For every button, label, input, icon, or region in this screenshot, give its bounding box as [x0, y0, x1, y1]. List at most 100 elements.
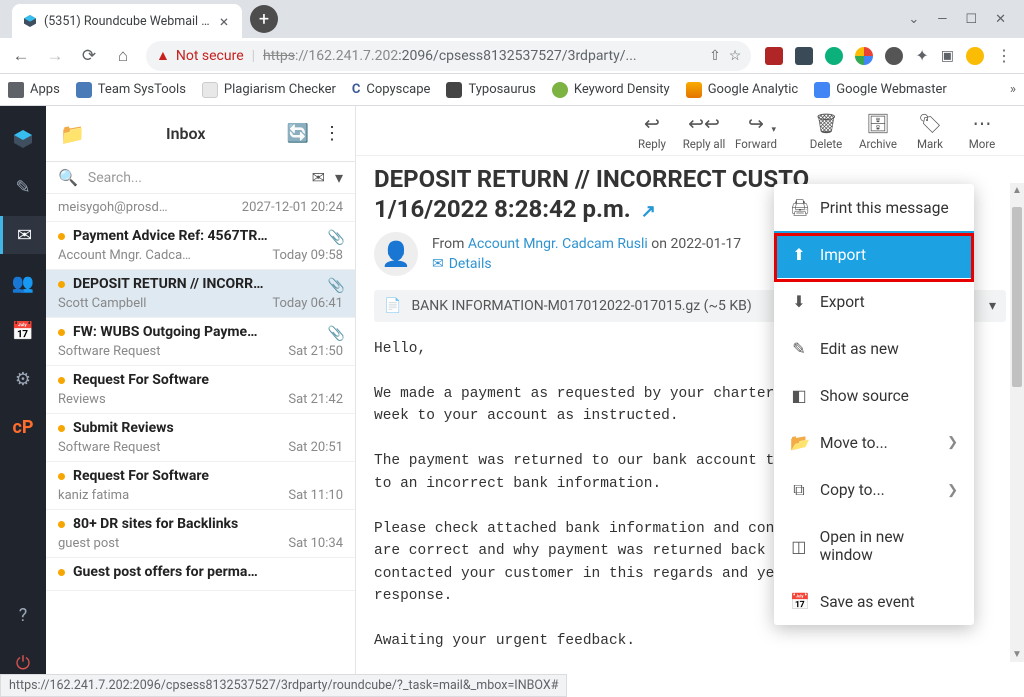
share-icon[interactable]: ⇧	[709, 48, 721, 64]
thread-date: Sat 21:50	[288, 344, 343, 359]
forward-button[interactable]: ↪Forward▾	[730, 112, 782, 151]
grammarly-icon[interactable]	[825, 47, 843, 65]
thread-date: Sat 20:51	[288, 440, 343, 455]
thread-item[interactable]: DEPOSIT RETURN // INCORR… 📎 Scott Campbe…	[46, 270, 355, 318]
reply-button[interactable]: ↩Reply	[626, 112, 678, 151]
profile-avatar[interactable]	[966, 47, 984, 65]
thread-subject: DEPOSIT RETURN // INCORR…	[73, 276, 343, 292]
delete-button[interactable]: 🗑Delete	[800, 112, 852, 151]
app-sidebar: ✎ ✉ 👥 📅 ⚙ cP ? ⏻	[0, 106, 46, 682]
print-icon: 🖨	[790, 198, 808, 217]
url-text: https://162.241.7.202:2096/cpsess8132537…	[263, 48, 701, 64]
back-button[interactable]: ←	[6, 41, 36, 71]
thread-date: Today 06:41	[272, 296, 343, 311]
attachment-dropdown-icon[interactable]: ▾	[989, 298, 996, 314]
maximize-icon[interactable]: ☐	[965, 12, 977, 27]
bookmark-copyscape[interactable]: CCopyscape	[352, 82, 431, 97]
folder-title: Inbox	[99, 124, 273, 143]
home-button[interactable]: ⌂	[108, 41, 138, 71]
pencil-icon: ✎	[790, 339, 808, 358]
tab-close-icon[interactable]: ×	[216, 13, 232, 29]
menu-import[interactable]: ⬆Import	[774, 231, 974, 278]
reading-list-icon[interactable]: ▣	[941, 48, 954, 64]
close-window-icon[interactable]: ✕	[995, 12, 1006, 27]
contacts-icon[interactable]: 👥	[0, 264, 46, 302]
bookmark-systools[interactable]: Team SysTools	[76, 82, 186, 98]
kebab-icon[interactable]: ⋮	[996, 46, 1012, 65]
unread-dot	[58, 377, 65, 384]
menu-copy-to[interactable]: ⧉Copy to...❯	[774, 466, 974, 514]
menu-show-source[interactable]: ◧Show source	[774, 372, 974, 419]
compose-icon[interactable]: ✎	[0, 168, 46, 206]
help-icon[interactable]: ?	[0, 596, 46, 634]
unread-dot	[58, 281, 65, 288]
archive-button[interactable]: 🗄Archive	[852, 112, 904, 151]
more-button[interactable]: ⋯More	[956, 112, 1008, 151]
bookmark-keyword[interactable]: Keyword Density	[552, 82, 670, 98]
bookmark-plagiarism[interactable]: Plagiarism Checker	[202, 82, 336, 98]
reload-button[interactable]: ⟳	[74, 41, 104, 71]
scroll-thumb[interactable]	[1012, 207, 1022, 387]
sender-link[interactable]: Account Mngr. Cadcam Rusli	[468, 236, 648, 252]
message-toolbar: ↩Reply ↩↩Reply all ↪Forward▾ 🗑Delete 🗄Ar…	[356, 106, 1024, 156]
list-menu-icon[interactable]: ⋮	[323, 123, 341, 144]
thread-item[interactable]: Submit Reviews Software Request Sat 20:5…	[46, 414, 355, 462]
mark-button[interactable]: 🏷Mark	[904, 112, 956, 151]
more-menu-popover: 🖨Print this message ⬆Import ⬇Export ✎Edi…	[774, 184, 974, 625]
browser-tab[interactable]: (5351) Roundcube Webmail :: Inbox ×	[12, 4, 242, 38]
address-bar[interactable]: ▲ Not secure | https://162.241.7.202:209…	[146, 41, 751, 71]
folder-icon[interactable]: 📁	[60, 122, 85, 146]
menu-move-to[interactable]: 📂Move to...❯	[774, 419, 974, 466]
menu-save-event[interactable]: 📅Save as event	[774, 578, 974, 625]
reply-all-button[interactable]: ↩↩Reply all	[678, 112, 730, 151]
scroll-down-icon[interactable]: ▼	[1010, 649, 1024, 660]
thread-date: Sat 11:10	[288, 488, 343, 503]
menu-open-window[interactable]: ◫Open in new window	[774, 514, 974, 578]
settings-icon[interactable]: ⚙	[0, 360, 46, 398]
paperclip-icon: 📎	[328, 230, 345, 246]
mail-icon[interactable]: ✉	[0, 216, 46, 254]
thread-subject: Submit Reviews	[73, 420, 343, 436]
bookmark-analytics[interactable]: Google Analytic	[686, 82, 799, 98]
details-toggle[interactable]: ✉ Details	[432, 256, 741, 272]
thread-date: 2027-12-01 20:24	[242, 200, 343, 215]
new-tab-button[interactable]: +	[250, 5, 278, 33]
bookmarks-overflow[interactable]: »	[1010, 82, 1016, 97]
browser-toolbar: ← → ⟳ ⌂ ▲ Not secure | https://162.241.7…	[0, 38, 1024, 74]
cpanel-icon[interactable]: cP	[0, 408, 46, 446]
forward-button[interactable]: →	[40, 41, 70, 71]
roundcube-logo[interactable]	[0, 120, 46, 158]
bookmark-apps[interactable]: Apps	[8, 82, 60, 98]
thread-date: Sat 10:34	[288, 536, 343, 551]
thread-item[interactable]: Request For Software kaniz fatima Sat 11…	[46, 462, 355, 510]
vertical-scrollbar[interactable]: ▲ ▼	[1010, 183, 1024, 662]
minimize-icon[interactable]: ―	[937, 12, 947, 27]
thread-item[interactable]: FW: WUBS Outgoing Payme… 📎 Software Requ…	[46, 318, 355, 366]
search-envelope-icon[interactable]: ✉	[312, 168, 325, 187]
ext-icon-2[interactable]	[795, 47, 813, 65]
scroll-up-icon[interactable]: ▲	[1010, 185, 1024, 196]
open-external-icon[interactable]: ↗	[641, 201, 656, 222]
refresh-icon[interactable]: 🔄	[287, 123, 309, 144]
menu-export[interactable]: ⬇Export	[774, 278, 974, 325]
calendar-icon[interactable]: 📅	[0, 312, 46, 350]
thread-item[interactable]: Payment Advice Ref: 4567TR… 📎 Account Mn…	[46, 222, 355, 270]
search-dropdown-icon[interactable]: ▾	[335, 168, 343, 187]
ext-icon-5[interactable]	[885, 47, 903, 65]
browser-chrome: (5351) Roundcube Webmail :: Inbox × + ⌄ …	[0, 0, 1024, 106]
thread-item[interactable]: 80+ DR sites for Backlinks guest post Sa…	[46, 510, 355, 558]
menu-print[interactable]: 🖨Print this message	[774, 184, 974, 231]
thread-item[interactable]: Request For Software Reviews Sat 21:42	[46, 366, 355, 414]
bookmark-webmaster[interactable]: Google Webmaster	[814, 82, 947, 98]
search-input[interactable]	[88, 170, 302, 186]
chevron-right-icon: ❯	[947, 435, 958, 450]
ext-icon-4[interactable]	[855, 47, 873, 65]
extensions-puzzle-icon[interactable]: ✦	[915, 46, 928, 65]
thread-item[interactable]: meisygoh@prosd…2027-12-01 20:24	[46, 194, 355, 222]
bookmark-typosaurus[interactable]: Typosaurus	[446, 82, 535, 98]
menu-edit-new[interactable]: ✎Edit as new	[774, 325, 974, 372]
chevron-down-icon[interactable]: ⌄	[908, 12, 919, 27]
star-icon[interactable]: ☆	[729, 48, 742, 64]
thread-item[interactable]: Guest post offers for perma…	[46, 558, 355, 591]
ext-icon-1[interactable]	[765, 47, 783, 65]
